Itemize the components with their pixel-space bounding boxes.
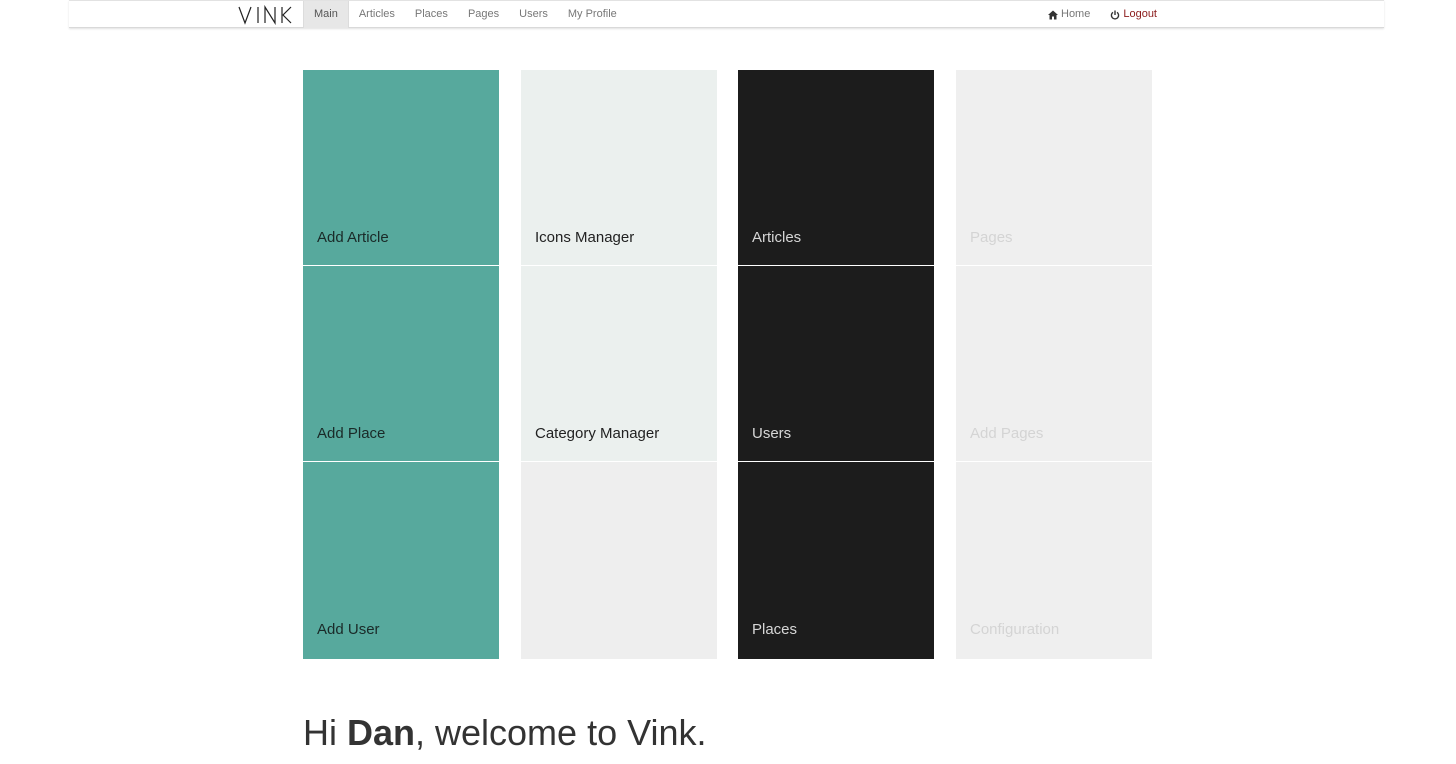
tab-articles[interactable]: Articles: [349, 1, 405, 28]
tile-label: Configuration: [970, 621, 1060, 638]
welcome-message: Hi Dan, welcome to Vink.: [303, 712, 706, 754]
tile-articles[interactable]: Articles: [738, 70, 934, 266]
logout-label: Logout: [1123, 8, 1157, 20]
column-managers: Icons Manager Category Manager: [521, 70, 717, 659]
vink-logo-mark: [238, 5, 292, 25]
tile-add-user[interactable]: Add User: [303, 462, 499, 659]
tile-label: Articles: [752, 229, 802, 246]
tile-label: Places: [752, 621, 798, 638]
tile-label: Add Pages: [970, 425, 1044, 442]
tile-label: Add Place: [317, 425, 386, 442]
tile-label: Pages: [970, 229, 1013, 246]
welcome-user-name: Dan: [347, 712, 416, 753]
column-lists: Articles Users Places: [738, 70, 934, 659]
tile-add-place[interactable]: Add Place: [303, 266, 499, 462]
power-icon: [1111, 10, 1120, 20]
dashboard-grid: Add Article Add Place Add User Icons Man…: [303, 70, 1152, 659]
logout-link[interactable]: Logout: [1100, 1, 1167, 28]
nav-tabs: Main Articles Places Pages Users My Prof…: [303, 1, 627, 28]
welcome-greeting: Hi: [303, 712, 347, 753]
tile-label: Icons Manager: [535, 229, 635, 246]
tile-add-pages[interactable]: Add Pages: [956, 266, 1152, 462]
tile-category-manager[interactable]: Category Manager: [521, 266, 717, 462]
tab-places[interactable]: Places: [405, 1, 458, 28]
vink-logo[interactable]: [238, 3, 294, 27]
nav-right: Home Logout: [1038, 1, 1167, 28]
tile-label: Add Article: [317, 229, 389, 246]
tile-icons-manager[interactable]: Icons Manager: [521, 70, 717, 266]
tab-my-profile[interactable]: My Profile: [558, 1, 627, 28]
tile-places[interactable]: Places: [738, 462, 934, 659]
tile-label: Add User: [317, 621, 380, 638]
column-pages: Pages Add Pages Configuration: [956, 70, 1152, 659]
home-label: Home: [1061, 8, 1091, 20]
home-icon: [1048, 10, 1058, 19]
tile-label: Category Manager: [535, 425, 660, 442]
tab-pages[interactable]: Pages: [458, 1, 509, 28]
tile-configuration[interactable]: Configuration: [956, 462, 1152, 659]
tile-empty: [521, 462, 717, 659]
tab-main[interactable]: Main: [303, 1, 349, 28]
home-link[interactable]: Home: [1038, 1, 1100, 28]
tab-users[interactable]: Users: [509, 1, 558, 28]
welcome-rest: , welcome to Vink.: [415, 712, 707, 753]
column-add: Add Article Add Place Add User: [303, 70, 499, 659]
tile-pages[interactable]: Pages: [956, 70, 1152, 266]
tile-add-article[interactable]: Add Article: [303, 70, 499, 266]
tile-label: Users: [752, 425, 792, 442]
tile-users[interactable]: Users: [738, 266, 934, 462]
top-navbar: Main Articles Places Pages Users My Prof…: [69, 0, 1384, 28]
